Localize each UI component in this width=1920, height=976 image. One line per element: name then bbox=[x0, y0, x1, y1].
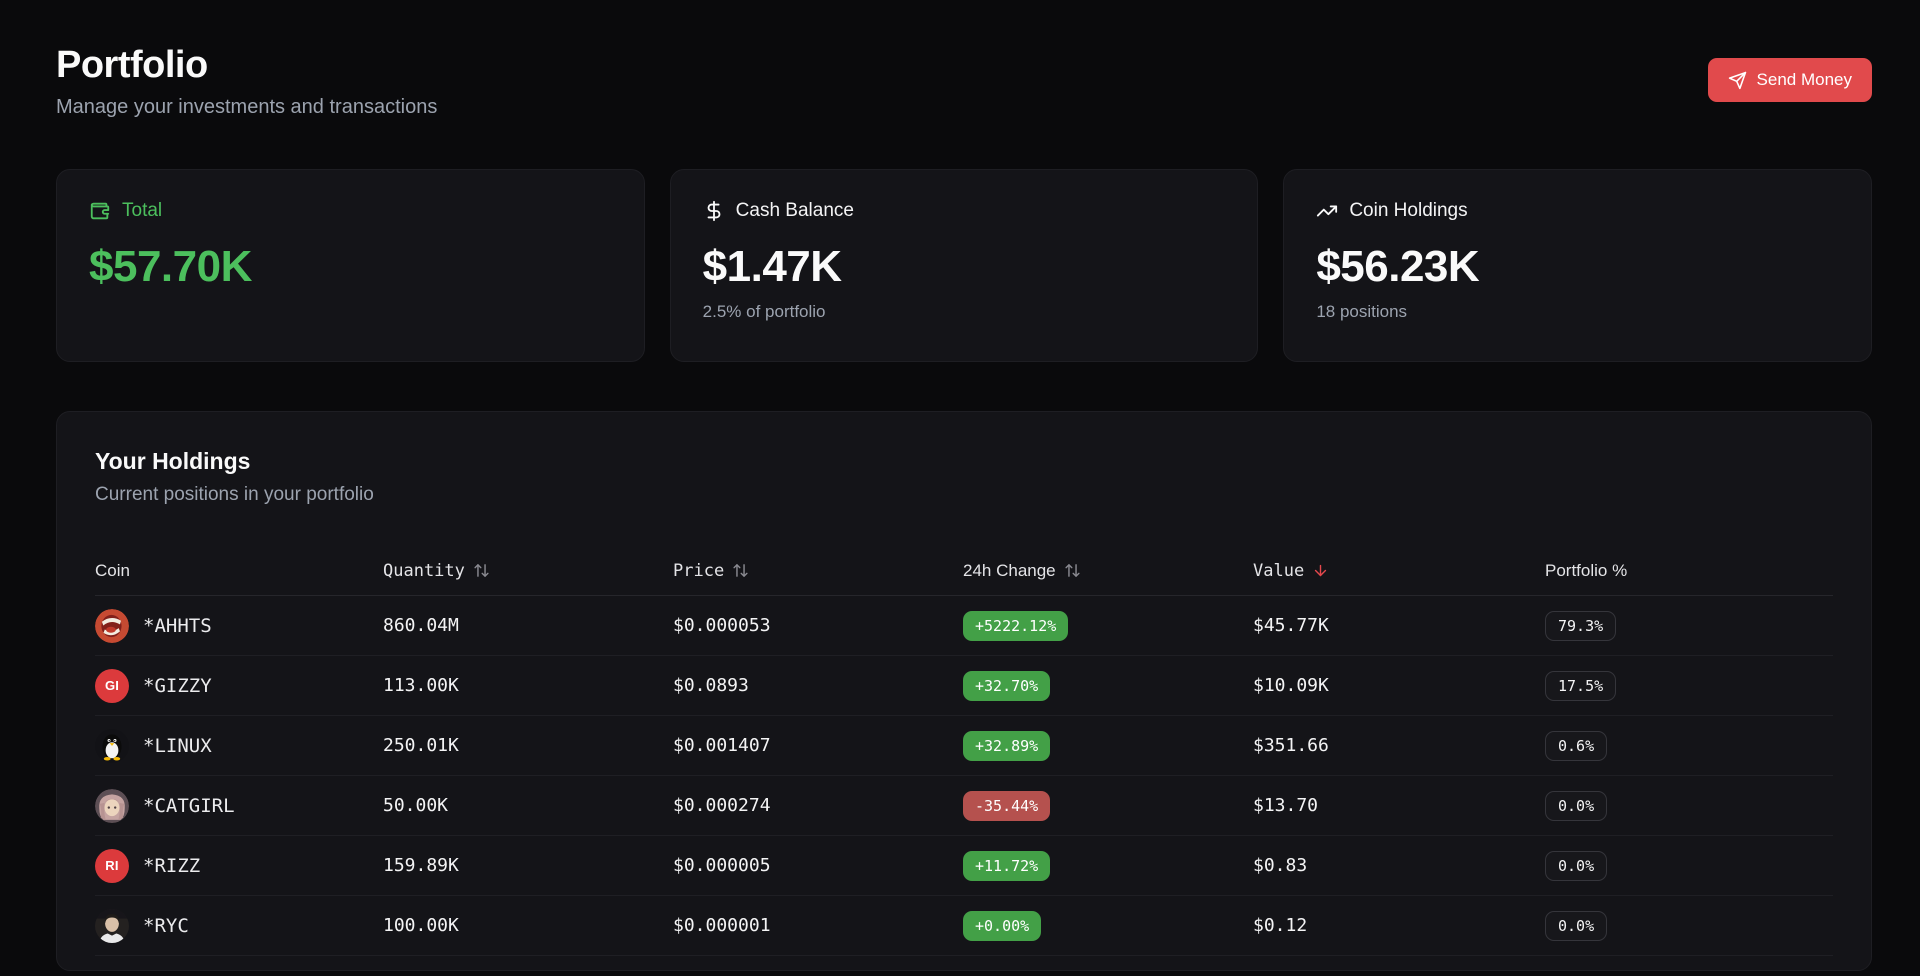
coin-cell: *RYC bbox=[95, 909, 383, 943]
total-value: $57.70K bbox=[89, 242, 612, 292]
price-cell: $0.000001 bbox=[673, 915, 963, 936]
total-label: Total bbox=[122, 200, 162, 222]
send-icon bbox=[1728, 71, 1747, 90]
holdings-table-row[interactable]: RI *RIZZ 159.89K $0.000005 +11.72% $0.83… bbox=[95, 836, 1833, 896]
value-cell: $10.09K bbox=[1253, 675, 1545, 696]
holdings-table-row[interactable]: GI *GIZZY 113.00K $0.0893 +32.70% $10.09… bbox=[95, 656, 1833, 716]
trending-up-icon bbox=[1316, 200, 1338, 222]
change-badge: +11.72% bbox=[963, 851, 1050, 881]
total-card: Total $57.70K bbox=[56, 169, 645, 362]
coin-cell: GI *GIZZY bbox=[95, 669, 383, 703]
sort-descending-icon bbox=[1312, 562, 1329, 579]
portfolio-pct-pill: 0.0% bbox=[1545, 791, 1607, 821]
cash-balance-label: Cash Balance bbox=[736, 200, 854, 222]
price-cell: $0.000274 bbox=[673, 795, 963, 816]
coin-ticker: *CATGIRL bbox=[143, 795, 235, 817]
cash-balance-value: $1.47K bbox=[703, 242, 1226, 292]
holdings-table-row[interactable]: *LINUX 250.01K $0.001407 +32.89% $351.66… bbox=[95, 716, 1833, 776]
column-header-quantity[interactable]: Quantity bbox=[383, 561, 673, 581]
price-cell: $0.000053 bbox=[673, 615, 963, 636]
sort-arrows-icon bbox=[732, 562, 749, 579]
send-money-label: Send Money bbox=[1757, 70, 1852, 90]
dollar-icon bbox=[703, 200, 725, 222]
holdings-card: Your Holdings Current positions in your … bbox=[56, 411, 1872, 971]
coin-holdings-label: Coin Holdings bbox=[1349, 200, 1467, 222]
initials-avatar: RI bbox=[95, 849, 129, 883]
quantity-cell: 159.89K bbox=[383, 855, 673, 876]
page-title: Portfolio bbox=[56, 44, 437, 87]
value-cell: $0.83 bbox=[1253, 855, 1545, 876]
sort-arrows-icon bbox=[473, 562, 490, 579]
value-cell: $13.70 bbox=[1253, 795, 1545, 816]
cash-balance-card: Cash Balance $1.47K 2.5% of portfolio bbox=[670, 169, 1259, 362]
wallet-icon bbox=[89, 200, 111, 222]
screaming-mouth-avatar bbox=[95, 609, 129, 643]
coin-ticker: *GIZZY bbox=[143, 675, 212, 697]
page-subtitle: Manage your investments and transactions bbox=[56, 96, 437, 119]
portfolio-pct-pill: 79.3% bbox=[1545, 611, 1616, 641]
coin-ticker: *LINUX bbox=[143, 735, 212, 757]
value-cell: $351.66 bbox=[1253, 735, 1545, 756]
initials-avatar: GI bbox=[95, 669, 129, 703]
change-badge: +0.00% bbox=[963, 911, 1041, 941]
cash-balance-subtext: 2.5% of portfolio bbox=[703, 302, 1226, 322]
value-cell: $0.12 bbox=[1253, 915, 1545, 936]
quantity-cell: 100.00K bbox=[383, 915, 673, 936]
price-cell: $0.0893 bbox=[673, 675, 963, 696]
coin-holdings-subtext: 18 positions bbox=[1316, 302, 1839, 322]
penguin-avatar bbox=[95, 729, 129, 763]
column-header-value[interactable]: Value bbox=[1253, 561, 1545, 581]
coin-ticker: *RIZZ bbox=[143, 855, 200, 877]
price-cell: $0.001407 bbox=[673, 735, 963, 756]
holdings-subtitle: Current positions in your portfolio bbox=[95, 484, 1833, 506]
portfolio-pct-pill: 17.5% bbox=[1545, 671, 1616, 701]
quantity-cell: 50.00K bbox=[383, 795, 673, 816]
coin-ticker: *AHHTS bbox=[143, 615, 212, 637]
portfolio-pct-pill: 0.0% bbox=[1545, 851, 1607, 881]
change-badge: -35.44% bbox=[963, 791, 1050, 821]
holdings-table-row[interactable]: *CATGIRL 50.00K $0.000274 -35.44% $13.70… bbox=[95, 776, 1833, 836]
holdings-table-row[interactable]: *AHHTS 860.04M $0.000053 +5222.12% $45.7… bbox=[95, 596, 1833, 656]
quantity-cell: 250.01K bbox=[383, 735, 673, 756]
page-header: Portfolio Manage your investments and tr… bbox=[56, 44, 1872, 119]
quantity-cell: 860.04M bbox=[383, 615, 673, 636]
holdings-table-row[interactable]: *RYC 100.00K $0.000001 +0.00% $0.12 0.0% bbox=[95, 896, 1833, 956]
column-header-price[interactable]: Price bbox=[673, 561, 963, 581]
holdings-table-header: Coin Quantity Price 24h Change Value bbox=[95, 546, 1833, 596]
photo-man-avatar bbox=[95, 909, 129, 943]
coin-holdings-value: $56.23K bbox=[1316, 242, 1839, 292]
column-header-coin: Coin bbox=[95, 561, 383, 581]
change-badge: +5222.12% bbox=[963, 611, 1068, 641]
holdings-table-body: *AHHTS 860.04M $0.000053 +5222.12% $45.7… bbox=[95, 596, 1833, 956]
coin-cell: RI *RIZZ bbox=[95, 849, 383, 883]
column-header-portfolio-pct: Portfolio % bbox=[1545, 561, 1833, 581]
coin-cell: *LINUX bbox=[95, 729, 383, 763]
coin-cell: *CATGIRL bbox=[95, 789, 383, 823]
change-badge: +32.70% bbox=[963, 671, 1050, 701]
coin-cell: *AHHTS bbox=[95, 609, 383, 643]
coin-ticker: *RYC bbox=[143, 915, 189, 937]
stats-grid: Total $57.70K Cash Balance $1.47K 2.5% o… bbox=[56, 169, 1872, 362]
sort-arrows-icon bbox=[1064, 562, 1081, 579]
coin-holdings-card: Coin Holdings $56.23K 18 positions bbox=[1283, 169, 1872, 362]
column-header-change[interactable]: 24h Change bbox=[963, 561, 1253, 581]
portfolio-pct-pill: 0.6% bbox=[1545, 731, 1607, 761]
holdings-title: Your Holdings bbox=[95, 448, 1833, 475]
change-badge: +32.89% bbox=[963, 731, 1050, 761]
anime-girl-avatar bbox=[95, 789, 129, 823]
quantity-cell: 113.00K bbox=[383, 675, 673, 696]
price-cell: $0.000005 bbox=[673, 855, 963, 876]
value-cell: $45.77K bbox=[1253, 615, 1545, 636]
portfolio-pct-pill: 0.0% bbox=[1545, 911, 1607, 941]
send-money-button[interactable]: Send Money bbox=[1708, 58, 1872, 102]
